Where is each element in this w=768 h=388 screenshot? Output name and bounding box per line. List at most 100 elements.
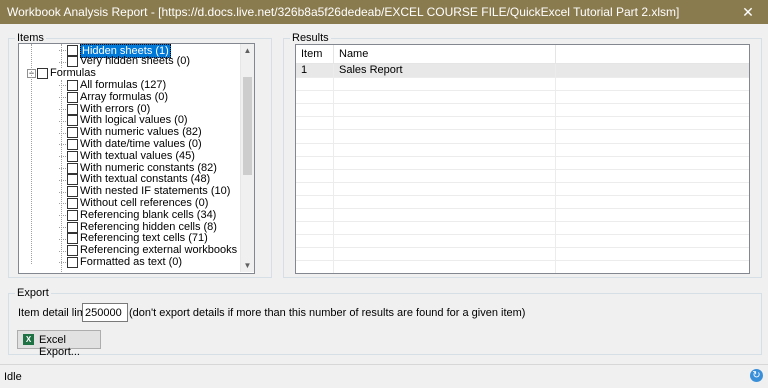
table-row[interactable]: [296, 247, 749, 262]
table-row[interactable]: 1 Sales Report: [296, 64, 749, 78]
tree-item-label[interactable]: Referencing external workbooks (0): [80, 244, 254, 256]
table-row[interactable]: [296, 90, 749, 105]
tree-connector: [61, 44, 62, 68]
window-title: Workbook Analysis Report - [https://d.do…: [7, 5, 680, 19]
cell-item: [296, 155, 334, 169]
cell-name: [334, 90, 556, 104]
cell-item: [296, 90, 334, 104]
tree-item-label[interactable]: With nested IF statements (10): [80, 185, 230, 197]
table-row[interactable]: [296, 142, 749, 157]
excel-export-label: Excel Export...: [39, 334, 80, 358]
table-row[interactable]: [296, 195, 749, 209]
tree-checkbox[interactable]: [67, 221, 78, 233]
results-grid[interactable]: Item Name 1 Sales Report: [295, 44, 750, 274]
tree-item-label[interactable]: With textual values (45): [80, 150, 195, 162]
tree-item-label[interactable]: With logical values (0): [80, 114, 188, 126]
tree-item-label[interactable]: With errors (0): [80, 103, 150, 115]
tree-item-label[interactable]: Formatted as text (0): [80, 256, 182, 268]
table-row[interactable]: [296, 155, 749, 170]
tree-checkbox[interactable]: [67, 209, 78, 221]
table-row[interactable]: [296, 181, 749, 196]
tree-checkbox[interactable]: [67, 56, 78, 68]
tree-checkbox[interactable]: [67, 174, 78, 186]
tree-connector: [31, 44, 32, 264]
tree-checkbox[interactable]: [67, 44, 78, 56]
tree-item-label[interactable]: With numeric values (82): [80, 126, 202, 138]
scroll-thumb[interactable]: [243, 77, 252, 175]
items-tree[interactable]: Hidden sheets (1) Very hidden sheets (0) −…: [18, 43, 255, 274]
tree-item-label[interactable]: Referencing hidden cells (8): [80, 221, 217, 233]
table-row[interactable]: [296, 168, 749, 183]
cell-item: [296, 195, 334, 208]
table-row[interactable]: [296, 103, 749, 118]
cell-name: [334, 221, 556, 235]
cell-item: [296, 208, 334, 222]
table-row[interactable]: [296, 129, 749, 144]
tree-item-label[interactable]: With date/time values (0): [80, 138, 202, 150]
tree-checkbox[interactable]: [67, 256, 78, 268]
tree-item-label[interactable]: Referencing blank cells (34): [80, 209, 216, 221]
cell-item: [296, 77, 334, 91]
cell-item: [296, 181, 334, 195]
table-row[interactable]: [296, 208, 749, 223]
tree-checkbox[interactable]: [67, 127, 78, 139]
tree-item-label[interactable]: All formulas (127): [80, 79, 166, 91]
tree-checkbox[interactable]: [67, 197, 78, 209]
cell-name: [334, 77, 556, 91]
table-row[interactable]: [296, 234, 749, 249]
tree-checkbox[interactable]: [37, 68, 48, 80]
cell-item: [296, 221, 334, 235]
cell-name: [334, 260, 556, 273]
cell-name: [334, 181, 556, 195]
scroll-up-icon[interactable]: ▲: [241, 44, 254, 57]
cell-item: [296, 129, 334, 143]
cell-name: [334, 155, 556, 169]
detail-limit-input[interactable]: [82, 303, 128, 322]
tree-scrollbar[interactable]: ▲ ▼: [240, 44, 254, 272]
excel-export-button[interactable]: X Excel Export...: [17, 330, 101, 358]
tree-checkbox[interactable]: [67, 79, 78, 91]
cell-item: [296, 247, 334, 261]
tree-checkbox[interactable]: [67, 186, 78, 198]
detail-limit-hint: (don't export details if more than this …: [129, 307, 526, 319]
results-legend: Results: [292, 32, 329, 44]
excel-icon: X: [23, 334, 34, 345]
tree-checkbox[interactable]: [67, 233, 78, 245]
tree-item-label[interactable]: Referencing text cells (71): [80, 232, 208, 244]
close-icon[interactable]: ✕: [728, 0, 768, 24]
table-row[interactable]: [296, 116, 749, 131]
tree-item-label[interactable]: Without cell references (0): [80, 197, 208, 209]
cell-item: [296, 103, 334, 117]
cell-name: [334, 103, 556, 117]
cell-name: [334, 195, 556, 208]
tree-item-label[interactable]: Formulas: [50, 67, 96, 79]
tree-checkbox[interactable]: [67, 150, 78, 162]
cell-name: [334, 129, 556, 143]
cell-name: [334, 116, 556, 130]
tree-checkbox[interactable]: [67, 138, 78, 150]
tree-item-label[interactable]: Array formulas (0): [80, 91, 168, 103]
cell-name: Sales Report: [334, 64, 556, 77]
tree-checkbox[interactable]: [67, 115, 78, 127]
table-row[interactable]: [296, 260, 749, 273]
status-text: Idle: [4, 371, 22, 383]
export-legend: Export: [17, 287, 49, 299]
column-header-name[interactable]: Name: [334, 45, 556, 63]
cell-name: [334, 234, 556, 248]
tree-item-label[interactable]: Very hidden sheets (0): [80, 55, 190, 67]
tree-item-label[interactable]: With textual constants (48): [80, 173, 210, 185]
scroll-down-icon[interactable]: ▼: [241, 259, 254, 272]
tree-checkbox[interactable]: [67, 103, 78, 115]
cell-item: 1: [296, 64, 334, 77]
cell-item: [296, 234, 334, 248]
title-bar: Workbook Analysis Report - [https://d.do…: [0, 0, 768, 24]
tree-checkbox[interactable]: [67, 162, 78, 174]
table-row[interactable]: [296, 221, 749, 236]
refresh-icon[interactable]: ↻: [750, 369, 763, 382]
tree-checkbox[interactable]: [67, 245, 78, 257]
table-row[interactable]: [296, 77, 749, 92]
column-header-item[interactable]: Item: [296, 45, 334, 63]
tree-checkbox[interactable]: [67, 91, 78, 103]
cell-name: [334, 208, 556, 222]
tree-item-label[interactable]: With numeric constants (82): [80, 162, 217, 174]
